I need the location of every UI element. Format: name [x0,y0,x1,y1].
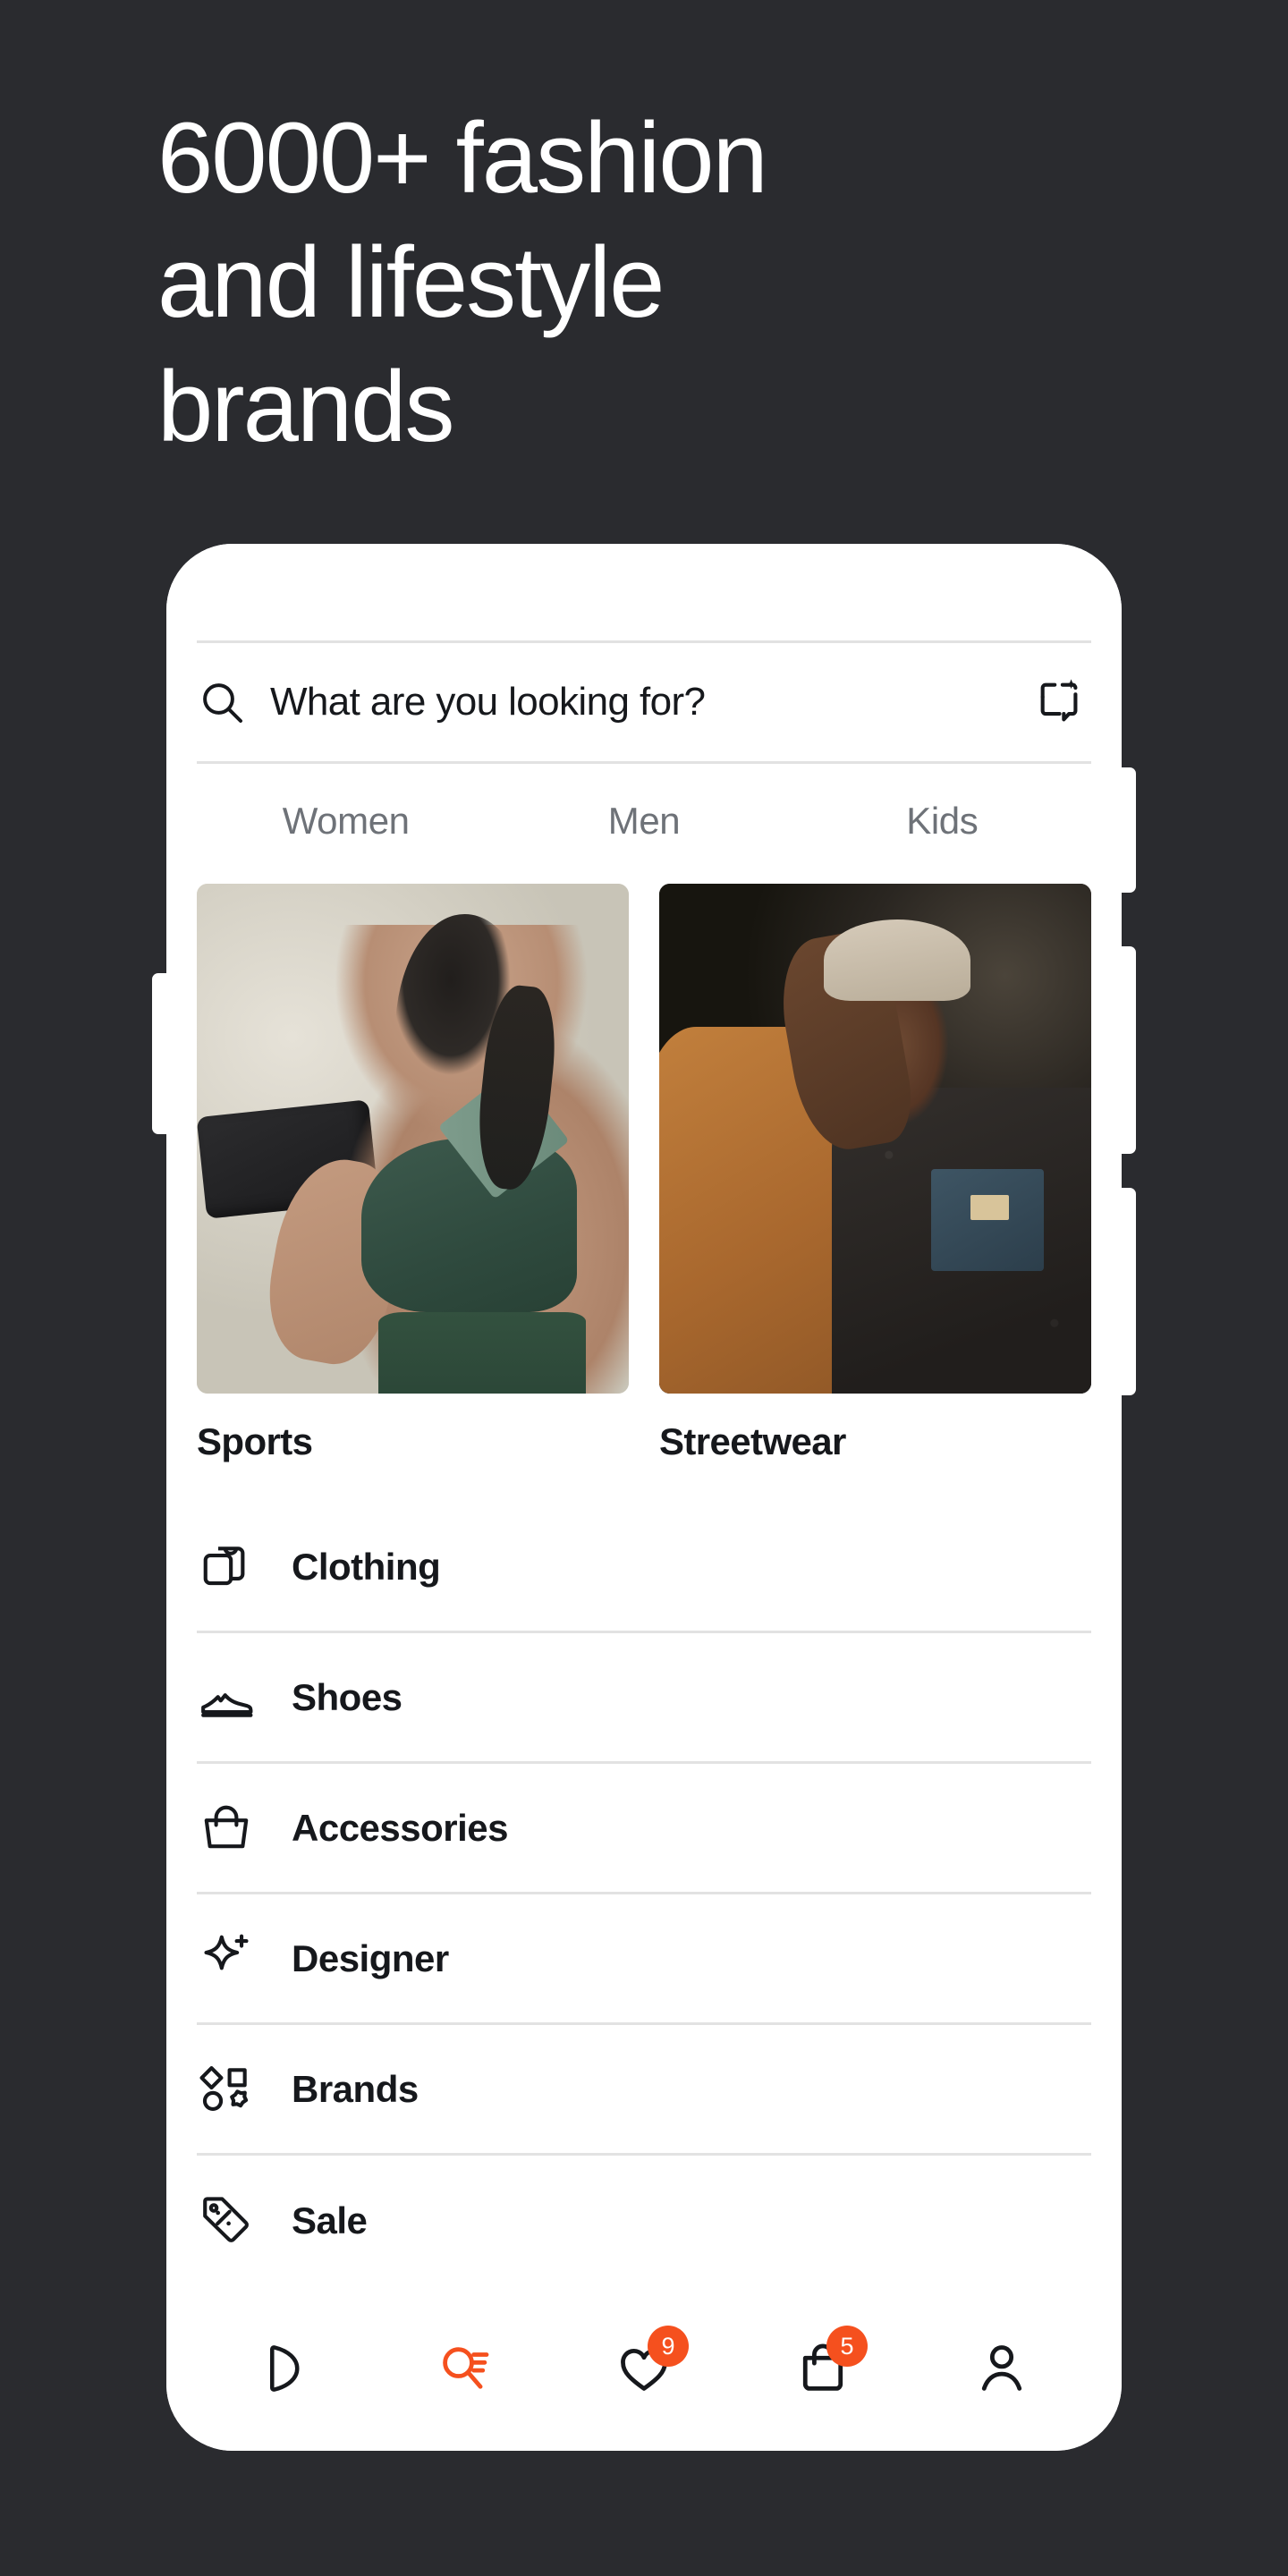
handbag-icon [197,1799,256,1858]
sneaker-icon [197,1668,256,1727]
category-list: Clothing Shoes Accessories Designer Bran… [197,1503,1091,2286]
tab-men[interactable]: Men [495,800,792,843]
list-item-sale[interactable]: Sale [197,2156,1091,2286]
list-item-label: Accessories [292,1806,509,1849]
headline-line-2: and lifestyle [157,225,665,338]
list-item-shoes[interactable]: Shoes [197,1633,1091,1764]
list-item-clothing[interactable]: Clothing [197,1503,1091,1633]
nav-saved[interactable]: 9 [555,2301,733,2436]
search-input[interactable]: What are you looking for? [270,680,1011,724]
headline-line-1: 6000+ fashion [157,102,768,214]
tab-women[interactable]: Women [197,800,495,843]
streetwear-photo [659,884,1091,1394]
sports-tile-label: Sports [197,1420,313,1462]
list-item-label: Sale [292,2199,368,2241]
list-item-designer[interactable]: Designer [197,1894,1091,2025]
list-item-label: Designer [292,1936,449,1979]
tshirt-stack-icon [197,1538,256,1597]
streetwear-tile-image[interactable] [659,884,1091,1394]
nav-home[interactable] [197,2301,376,2436]
nav-profile[interactable] [912,2301,1091,2436]
visual-search-icon[interactable] [1034,676,1086,728]
phone-mockup: What are you looking for? Women Men Kids… [152,544,1136,2451]
search-list-icon [436,2340,494,2397]
home-pick-icon [258,2340,315,2397]
search-bar[interactable]: What are you looking for? [197,640,1091,764]
price-tag-percent-icon [197,2191,256,2250]
tile-sports[interactable]: Sports [197,884,629,1463]
list-item-brands[interactable]: Brands [197,2025,1091,2156]
list-item-accessories[interactable]: Accessories [197,1764,1091,1894]
phone-body: What are you looking for? Women Men Kids… [166,544,1122,2451]
list-item-label: Brands [292,2067,419,2110]
bag-badge: 5 [826,2326,868,2367]
streetwear-tile-label: Streetwear [659,1420,846,1462]
sports-tile-image[interactable] [197,884,629,1394]
tile-streetwear[interactable]: Streetwear [659,884,1091,1463]
shapes-grid-icon [197,2060,256,2119]
person-icon [973,2340,1030,2397]
saved-badge: 9 [648,2326,689,2367]
sports-photo [197,884,629,1394]
sparkle-plus-icon [197,1929,256,1988]
featured-tiles: Sports Streetwear [166,884,1122,1463]
page-title: 6000+ fashion and lifestyle brands [157,97,1106,470]
nav-search[interactable] [376,2301,555,2436]
status-bar-area [166,544,1122,640]
search-icon [197,677,247,727]
list-item-label: Clothing [292,1545,441,1588]
list-item-label: Shoes [292,1675,402,1718]
bottom-navigation: 9 5 [166,2301,1122,2451]
headline-line-3: brands [157,350,454,462]
category-tabs[interactable]: Women Men Kids [166,764,1122,878]
tab-kids[interactable]: Kids [793,800,1091,843]
app-screen: What are you looking for? Women Men Kids… [166,544,1122,2451]
promo-screenshot: 6000+ fashion and lifestyle brands What … [0,0,1288,2576]
nav-bag[interactable]: 5 [733,2301,912,2436]
